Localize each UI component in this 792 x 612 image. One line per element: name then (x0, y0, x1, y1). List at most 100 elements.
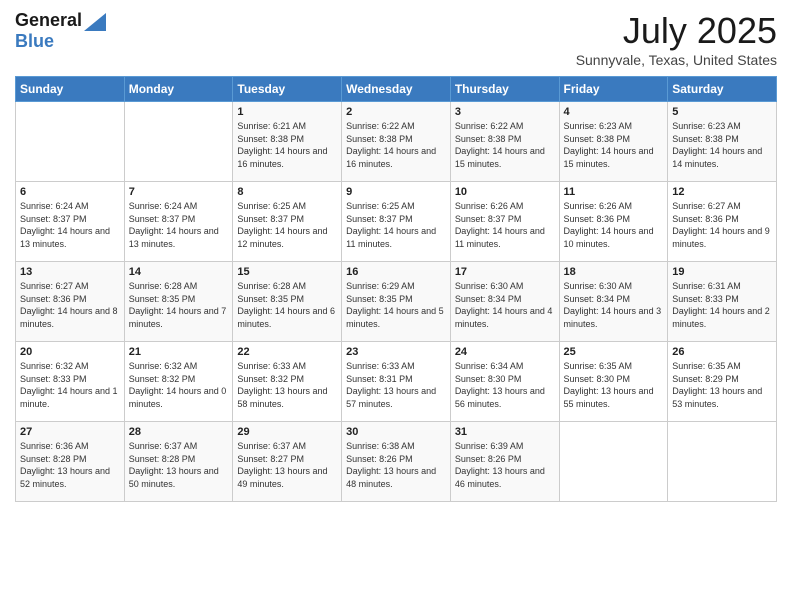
day-number: 9 (346, 186, 446, 198)
day-header-sunday: Sunday (16, 77, 125, 102)
day-number: 15 (237, 266, 337, 278)
day-detail: Sunrise: 6:30 AMSunset: 8:34 PMDaylight:… (455, 280, 555, 330)
calendar-cell (16, 102, 125, 182)
day-detail: Sunrise: 6:26 AMSunset: 8:36 PMDaylight:… (564, 200, 664, 250)
day-number: 5 (672, 106, 772, 118)
day-detail: Sunrise: 6:30 AMSunset: 8:34 PMDaylight:… (564, 280, 664, 330)
day-number: 16 (346, 266, 446, 278)
day-detail: Sunrise: 6:22 AMSunset: 8:38 PMDaylight:… (455, 120, 555, 170)
day-detail: Sunrise: 6:29 AMSunset: 8:35 PMDaylight:… (346, 280, 446, 330)
day-number: 17 (455, 266, 555, 278)
location: Sunnyvale, Texas, United States (576, 52, 777, 68)
calendar-cell: 3 Sunrise: 6:22 AMSunset: 8:38 PMDaylight… (450, 102, 559, 182)
day-number: 18 (564, 266, 664, 278)
calendar-cell: 1 Sunrise: 6:21 AMSunset: 8:38 PMDaylight… (233, 102, 342, 182)
calendar-cell: 12Sunrise: 6:27 AMSunset: 8:36 PMDayligh… (668, 182, 777, 262)
day-number: 29 (237, 426, 337, 438)
day-detail: Sunrise: 6:24 AMSunset: 8:37 PMDaylight:… (20, 200, 120, 250)
day-header-friday: Friday (559, 77, 668, 102)
calendar-cell: 23 Sunrise: 6:33 AMSunset: 8:31 PMDayligh… (342, 342, 451, 422)
calendar-cell: 15 Sunrise: 6:28 AMSunset: 8:35 PMDayligh… (233, 262, 342, 342)
logo-blue-text: Blue (15, 31, 54, 51)
calendar-cell: 14 Sunrise: 6:28 AMSunset: 8:35 PMDayligh… (124, 262, 233, 342)
day-detail: Sunrise: 6:37 AMSunset: 8:28 PMDaylight:… (129, 440, 229, 490)
day-number: 23 (346, 346, 446, 358)
page-header: General Blue July 2025 Sunnyvale, Texas,… (15, 10, 777, 68)
logo-icon (84, 13, 106, 31)
day-number: 1 (237, 106, 337, 118)
day-number: 28 (129, 426, 229, 438)
calendar-table: SundayMondayTuesdayWednesdayThursdayFrid… (15, 76, 777, 502)
day-detail: Sunrise: 6:24 AMSunset: 8:37 PMDaylight:… (129, 200, 229, 250)
day-detail: Sunrise: 6:38 AMSunset: 8:26 PMDaylight:… (346, 440, 446, 490)
day-detail: Sunrise: 6:25 AMSunset: 8:37 PMDaylight:… (346, 200, 446, 250)
day-number: 6 (20, 186, 120, 198)
day-number: 21 (129, 346, 229, 358)
calendar-cell: 27 Sunrise: 6:36 AMSunset: 8:28 PMDayligh… (16, 422, 125, 502)
day-detail: Sunrise: 6:22 AMSunset: 8:38 PMDaylight:… (346, 120, 446, 170)
day-detail: Sunrise: 6:21 AMSunset: 8:38 PMDaylight:… (237, 120, 337, 170)
title-block: July 2025 Sunnyvale, Texas, United State… (576, 10, 777, 68)
day-detail: Sunrise: 6:31 AMSunset: 8:33 PMDaylight:… (672, 280, 772, 330)
calendar-cell: 8Sunrise: 6:25 AMSunset: 8:37 PMDaylight… (233, 182, 342, 262)
day-detail: Sunrise: 6:32 AMSunset: 8:33 PMDaylight:… (20, 360, 120, 410)
calendar-cell: 9 Sunrise: 6:25 AMSunset: 8:37 PMDaylight… (342, 182, 451, 262)
day-detail: Sunrise: 6:36 AMSunset: 8:28 PMDaylight:… (20, 440, 120, 490)
day-number: 24 (455, 346, 555, 358)
day-header-tuesday: Tuesday (233, 77, 342, 102)
day-number: 11 (564, 186, 664, 198)
calendar-cell: 5 Sunrise: 6:23 AMSunset: 8:38 PMDaylight… (668, 102, 777, 182)
calendar-cell: 28 Sunrise: 6:37 AMSunset: 8:28 PMDayligh… (124, 422, 233, 502)
calendar-cell: 18 Sunrise: 6:30 AMSunset: 8:34 PMDayligh… (559, 262, 668, 342)
calendar-cell: 24 Sunrise: 6:34 AMSunset: 8:30 PMDayligh… (450, 342, 559, 422)
day-number: 30 (346, 426, 446, 438)
day-detail: Sunrise: 6:39 AMSunset: 8:26 PMDaylight:… (455, 440, 555, 490)
calendar-cell: 4 Sunrise: 6:23 AMSunset: 8:38 PMDaylight… (559, 102, 668, 182)
day-detail: Sunrise: 6:33 AMSunset: 8:31 PMDaylight:… (346, 360, 446, 410)
calendar-cell: 2 Sunrise: 6:22 AMSunset: 8:38 PMDaylight… (342, 102, 451, 182)
day-detail: Sunrise: 6:33 AMSunset: 8:32 PMDaylight:… (237, 360, 337, 410)
day-number: 10 (455, 186, 555, 198)
calendar-cell: 11 Sunrise: 6:26 AMSunset: 8:36 PMDayligh… (559, 182, 668, 262)
day-number: 22 (237, 346, 337, 358)
calendar-cell: 31 Sunrise: 6:39 AMSunset: 8:26 PMDayligh… (450, 422, 559, 502)
day-header-thursday: Thursday (450, 77, 559, 102)
calendar-cell: 21Sunrise: 6:32 AMSunset: 8:32 PMDayligh… (124, 342, 233, 422)
calendar-cell (668, 422, 777, 502)
day-number: 2 (346, 106, 446, 118)
calendar-cell: 22 Sunrise: 6:33 AMSunset: 8:32 PMDayligh… (233, 342, 342, 422)
day-number: 26 (672, 346, 772, 358)
day-number: 3 (455, 106, 555, 118)
day-number: 31 (455, 426, 555, 438)
day-detail: Sunrise: 6:28 AMSunset: 8:35 PMDaylight:… (129, 280, 229, 330)
day-number: 7 (129, 186, 229, 198)
month-title: July 2025 (576, 10, 777, 52)
day-number: 20 (20, 346, 120, 358)
day-detail: Sunrise: 6:27 AMSunset: 8:36 PMDaylight:… (20, 280, 120, 330)
day-number: 13 (20, 266, 120, 278)
day-detail: Sunrise: 6:35 AMSunset: 8:30 PMDaylight:… (564, 360, 664, 410)
calendar-cell: 16 Sunrise: 6:29 AMSunset: 8:35 PMDayligh… (342, 262, 451, 342)
day-detail: Sunrise: 6:35 AMSunset: 8:29 PMDaylight:… (672, 360, 772, 410)
calendar-cell: 13 Sunrise: 6:27 AMSunset: 8:36 PMDayligh… (16, 262, 125, 342)
calendar-cell: 19Sunrise: 6:31 AMSunset: 8:33 PMDayligh… (668, 262, 777, 342)
day-detail: Sunrise: 6:25 AMSunset: 8:37 PMDaylight:… (237, 200, 337, 250)
day-detail: Sunrise: 6:34 AMSunset: 8:30 PMDaylight:… (455, 360, 555, 410)
calendar-cell: 29 Sunrise: 6:37 AMSunset: 8:27 PMDayligh… (233, 422, 342, 502)
calendar-cell: 26 Sunrise: 6:35 AMSunset: 8:29 PMDayligh… (668, 342, 777, 422)
day-detail: Sunrise: 6:23 AMSunset: 8:38 PMDaylight:… (672, 120, 772, 170)
day-number: 12 (672, 186, 772, 198)
day-detail: Sunrise: 6:37 AMSunset: 8:27 PMDaylight:… (237, 440, 337, 490)
day-number: 25 (564, 346, 664, 358)
day-number: 27 (20, 426, 120, 438)
day-detail: Sunrise: 6:23 AMSunset: 8:38 PMDaylight:… (564, 120, 664, 170)
day-detail: Sunrise: 6:28 AMSunset: 8:35 PMDaylight:… (237, 280, 337, 330)
day-number: 4 (564, 106, 664, 118)
calendar-cell (559, 422, 668, 502)
calendar-cell: 17 Sunrise: 6:30 AMSunset: 8:34 PMDayligh… (450, 262, 559, 342)
day-header-saturday: Saturday (668, 77, 777, 102)
calendar-cell: 25 Sunrise: 6:35 AMSunset: 8:30 PMDayligh… (559, 342, 668, 422)
day-number: 14 (129, 266, 229, 278)
logo: General Blue (15, 10, 106, 52)
day-detail: Sunrise: 6:26 AMSunset: 8:37 PMDaylight:… (455, 200, 555, 250)
